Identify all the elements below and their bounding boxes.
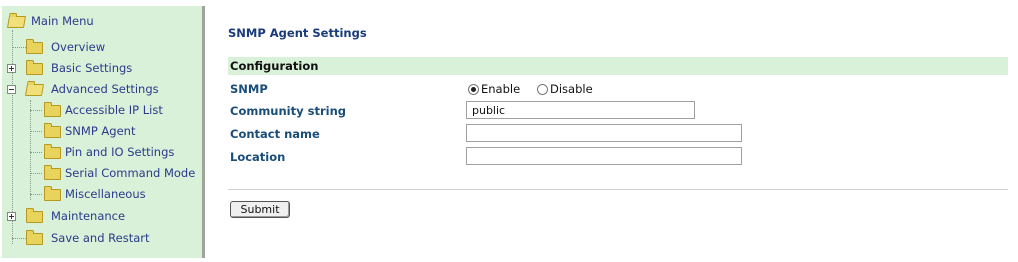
sidebar-item-label: Maintenance (51, 209, 126, 223)
sidebar-item-pin-and-io-settings[interactable]: Pin and IO Settings (40, 143, 200, 161)
sidebar-item-label: Advanced Settings (51, 82, 159, 96)
location-label: Location (230, 150, 286, 164)
snmp-label: SNMP (230, 82, 268, 96)
tree-menu: Main Menu Overview Basic Settings Advanc… (2, 6, 205, 258)
folder-icon (26, 208, 43, 223)
collapse-minus-icon[interactable] (7, 85, 16, 94)
folder-icon (44, 102, 61, 117)
sidebar-item-basic-settings[interactable]: Basic Settings (22, 59, 192, 77)
sidebar-item-advanced-settings[interactable]: Advanced Settings (22, 80, 192, 98)
sidebar-item-snmp-agent[interactable]: SNMP Agent (40, 122, 200, 140)
contact-name-label: Contact name (230, 127, 320, 141)
community-string-label: Community string (230, 104, 346, 118)
sidebar-item-label: Pin and IO Settings (65, 145, 175, 159)
folder-open-icon (6, 16, 27, 28)
sidebar-item-label: Basic Settings (51, 61, 133, 75)
snmp-disable-label[interactable]: Disable (550, 82, 593, 96)
sidebar-item-save-and-restart[interactable]: Save and Restart (22, 229, 192, 247)
folder-icon (44, 123, 61, 138)
expand-plus-icon[interactable] (7, 64, 16, 73)
tree-root-main-menu[interactable]: Main Menu (6, 12, 196, 30)
sidebar-item-label: Accessible IP List (65, 103, 163, 117)
location-field[interactable] (466, 147, 742, 165)
folder-icon (44, 186, 61, 201)
sidebar-item-miscellaneous[interactable]: Miscellaneous (40, 185, 200, 203)
contact-name-field[interactable] (466, 124, 742, 142)
folder-icon (26, 39, 43, 54)
snmp-enable-label[interactable]: Enable (481, 82, 520, 96)
divider (228, 189, 1008, 190)
folder-icon (26, 60, 43, 75)
sidebar-item-label: Overview (51, 40, 106, 54)
folder-icon (26, 230, 43, 245)
settings-panel: SNMP Agent Settings Configuration SNMP E… (228, 0, 1010, 262)
tree-guide (30, 100, 31, 200)
community-string-field[interactable] (466, 101, 695, 119)
section-title: Configuration (230, 59, 319, 73)
sidebar-item-accessible-ip-list[interactable]: Accessible IP List (40, 101, 200, 119)
section-header: Configuration (228, 57, 1008, 75)
folder-icon (44, 165, 61, 180)
sidebar-item-maintenance[interactable]: Maintenance (22, 207, 192, 225)
sidebar-item-label: Save and Restart (51, 231, 150, 245)
snmp-enable-radio[interactable] (468, 84, 479, 95)
sidebar-item-label: SNMP Agent (65, 124, 136, 138)
folder-icon (44, 144, 61, 159)
sidebar-item-serial-command-mode[interactable]: Serial Command Mode (40, 164, 200, 182)
expand-plus-icon[interactable] (7, 212, 16, 221)
snmp-disable-radio[interactable] (537, 84, 548, 95)
page-title: SNMP Agent Settings (228, 26, 367, 40)
sidebar-item-label: Miscellaneous (65, 187, 146, 201)
sidebar-item-overview[interactable]: Overview (22, 38, 192, 56)
sidebar-item-label: Serial Command Mode (65, 166, 196, 180)
submit-button[interactable]: Submit (230, 201, 290, 218)
tree-root-label: Main Menu (31, 14, 94, 28)
folder-open-icon (24, 84, 45, 96)
